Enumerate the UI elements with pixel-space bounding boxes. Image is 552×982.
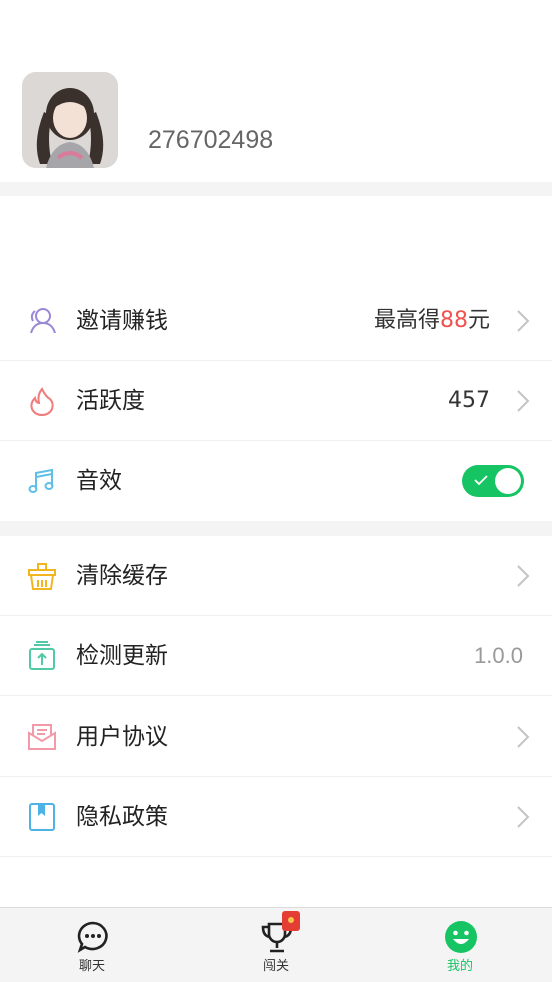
- invite-user-icon: [30, 308, 56, 334]
- invite-reward-text: 最高得88元: [373, 308, 490, 333]
- section-divider: [0, 182, 552, 196]
- menu-item-label: 音效: [76, 468, 122, 494]
- menu-item-sound: 音效: [0, 441, 552, 521]
- toggle-knob: [495, 468, 521, 494]
- tab-chat[interactable]: 聊天: [0, 908, 184, 982]
- menu-item-activity[interactable]: 活跃度 457: [0, 361, 552, 441]
- red-envelope-badge: [282, 911, 300, 931]
- bottom-tab-bar: 聊天 闯关 我的: [0, 907, 552, 982]
- tab-level[interactable]: 闯关: [184, 908, 368, 982]
- menu-item-label: 隐私政策: [76, 804, 168, 830]
- version-value: 1.0.0: [474, 643, 523, 668]
- menu-item-label: 清除缓存: [76, 563, 168, 589]
- bookmark-book-icon: [29, 803, 55, 831]
- menu-item-label: 检测更新: [76, 643, 168, 669]
- trash-basket-icon: [28, 563, 56, 590]
- menu-item-privacy-policy[interactable]: 隐私政策: [0, 777, 552, 857]
- chat-bubble-icon: [77, 921, 108, 953]
- tab-mine[interactable]: 我的: [368, 908, 552, 982]
- chevron-right-icon: [517, 310, 530, 332]
- tab-label: 聊天: [78, 959, 105, 974]
- envelope-icon: [28, 724, 56, 750]
- profile-header: 276702498: [0, 0, 552, 182]
- menu-item-label: 邀请赚钱: [76, 308, 168, 334]
- sound-toggle[interactable]: [462, 465, 524, 497]
- chevron-right-icon: [517, 565, 530, 587]
- activity-value: 457: [448, 388, 490, 413]
- menu-item-label: 用户协议: [76, 724, 168, 750]
- chevron-right-icon: [517, 726, 530, 748]
- menu-item-invite[interactable]: 邀请赚钱 最高得88元: [0, 281, 552, 361]
- update-box-icon: [29, 641, 55, 670]
- user-id: 276702498: [148, 126, 274, 154]
- menu-item-label: 活跃度: [76, 388, 145, 414]
- menu-item-user-agreement[interactable]: 用户协议: [0, 697, 552, 777]
- menu-item-check-update[interactable]: 检测更新 1.0.0: [0, 616, 552, 696]
- reward-amount: 88: [439, 308, 468, 333]
- avatar[interactable]: [22, 72, 118, 168]
- section-divider: [0, 521, 552, 536]
- check-icon: [474, 475, 488, 486]
- chevron-right-icon: [517, 806, 530, 828]
- flame-icon: [30, 387, 54, 417]
- chevron-right-icon: [517, 390, 530, 412]
- tab-label: 闯关: [262, 959, 289, 974]
- smiley-face-icon: [445, 921, 477, 953]
- menu-item-clear-cache[interactable]: 清除缓存: [0, 536, 552, 616]
- tab-label: 我的: [446, 959, 473, 974]
- music-note-icon: [28, 468, 54, 493]
